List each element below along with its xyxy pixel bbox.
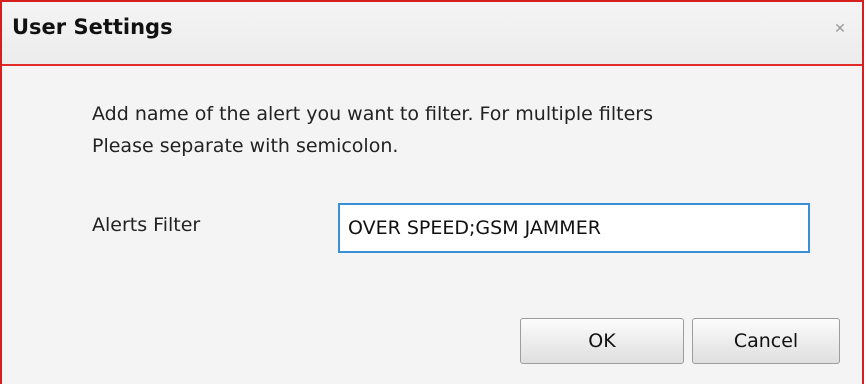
instruction-line-2: Please separate with semicolon. xyxy=(92,135,399,157)
dialog-body: Add name of the alert you want to filter… xyxy=(2,66,862,384)
cancel-button[interactable]: Cancel xyxy=(692,318,840,364)
dialog-titlebar[interactable]: User Settings ✕ xyxy=(2,2,862,66)
ok-button[interactable]: OK xyxy=(520,318,684,364)
instruction-text: Add name of the alert you want to filter… xyxy=(92,98,832,162)
user-settings-dialog: User Settings ✕ Add name of the alert yo… xyxy=(0,0,864,384)
close-icon[interactable]: ✕ xyxy=(832,21,848,37)
alerts-filter-label: Alerts Filter xyxy=(92,214,201,236)
instruction-line-1: Add name of the alert you want to filter… xyxy=(92,103,653,125)
alerts-filter-input[interactable] xyxy=(338,203,810,253)
dialog-title: User Settings xyxy=(12,15,173,39)
